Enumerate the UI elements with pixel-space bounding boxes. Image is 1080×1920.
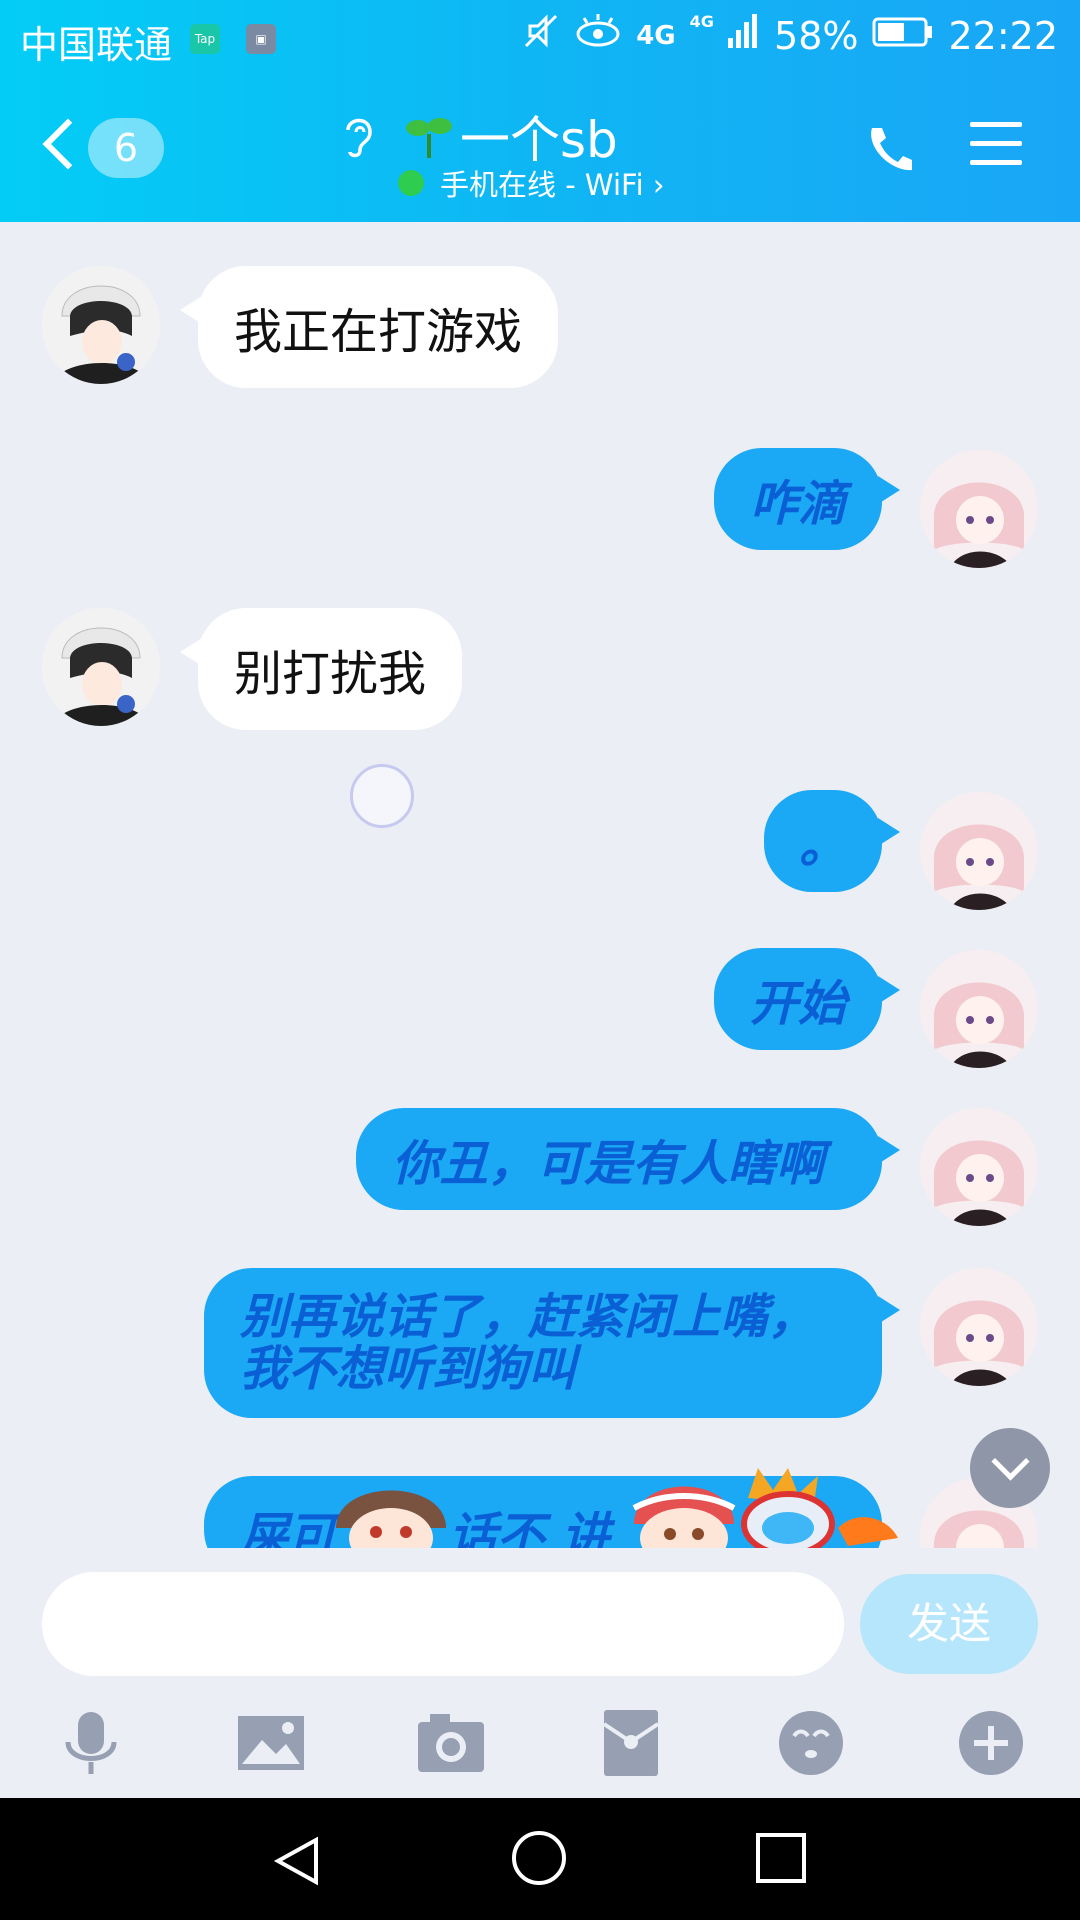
- menu-icon[interactable]: [970, 122, 1022, 168]
- unread-count-badge: 6: [88, 118, 164, 178]
- contact-avatar[interactable]: [42, 266, 160, 384]
- message-text: 别再说话了，赶紧闭上嘴，我不想听到狗叫: [240, 1289, 817, 1397]
- message-bubble-outgoing[interactable]: 你丑，可是有人瞎啊: [356, 1108, 882, 1210]
- sprout-icon: [406, 118, 452, 158]
- gallery-notification-icon: ▣: [246, 24, 276, 54]
- mute-icon: [522, 12, 560, 59]
- bubble-tail: [878, 818, 900, 846]
- red-envelope-icon[interactable]: [596, 1708, 666, 1778]
- phone-icon[interactable]: [862, 122, 914, 174]
- network-label: 4G: [636, 20, 676, 51]
- top-bar: 中国联通 Tap ▣ 4G 4G 58% 22:22 6 一个sb 手机在线 -…: [0, 0, 1080, 222]
- signal-icon: 4G: [690, 12, 760, 59]
- battery-icon: [872, 14, 934, 58]
- my-avatar[interactable]: [920, 950, 1038, 1068]
- clipped-message-row: 屎可 吃，话不 讲: [0, 1468, 1080, 1548]
- tap-app-icon: Tap: [190, 24, 220, 54]
- message-text: 我正在打游戏: [234, 304, 523, 360]
- message-bubble-outgoing[interactable]: 咋滴: [714, 448, 882, 550]
- contact-avatar[interactable]: [42, 608, 160, 726]
- my-avatar[interactable]: [920, 1108, 1038, 1226]
- eye-comfort-icon: [574, 12, 622, 59]
- send-button[interactable]: 发送: [860, 1574, 1038, 1674]
- clock: 22:22: [948, 13, 1058, 58]
- bubble-tail: [878, 1296, 900, 1324]
- message-text: 别打扰我: [234, 646, 427, 702]
- ear-icon[interactable]: [340, 112, 376, 160]
- nav-home-icon[interactable]: [512, 1831, 566, 1885]
- bubble-tail: [878, 476, 900, 504]
- status-icons: 4G 4G 58% 22:22: [522, 12, 1058, 59]
- robot-sticker: [741, 1468, 898, 1548]
- message-bubble-outgoing[interactable]: 别再说话了，赶紧闭上嘴，我不想听到狗叫: [204, 1268, 882, 1418]
- image-icon[interactable]: [236, 1708, 306, 1778]
- bubble-tail: [878, 976, 900, 1004]
- online-status-dot: [398, 170, 424, 196]
- online-status-text[interactable]: 手机在线 - WiFi ›: [440, 162, 664, 204]
- bubble-tail: [878, 1136, 900, 1164]
- my-avatar[interactable]: [920, 450, 1038, 568]
- message-text: 。: [799, 818, 848, 874]
- input-area: 发送: [0, 1548, 1080, 1798]
- message-bubble-outgoing[interactable]: 。: [764, 790, 882, 892]
- nav-recents-icon[interactable]: [756, 1833, 806, 1883]
- camera-icon[interactable]: [416, 1708, 486, 1778]
- boy-sticker: [336, 1490, 446, 1548]
- network-label-2: 4G: [689, 12, 714, 31]
- message-bubble-incoming[interactable]: 我正在打游戏: [198, 266, 559, 388]
- my-avatar[interactable]: [920, 1268, 1038, 1386]
- scroll-to-bottom-button[interactable]: [970, 1428, 1050, 1508]
- my-avatar[interactable]: [920, 792, 1038, 910]
- loading-indicator: [350, 764, 414, 828]
- message-text: 你丑，可是有人瞎啊: [392, 1136, 825, 1192]
- message-bubble-outgoing[interactable]: 开始: [714, 948, 882, 1050]
- chevron-down-icon: [991, 1442, 1030, 1481]
- message-input[interactable]: [42, 1572, 844, 1676]
- chevron-left-icon: [42, 118, 94, 170]
- emoji-icon[interactable]: [776, 1708, 846, 1778]
- nav-back-icon[interactable]: [272, 1836, 322, 1886]
- carrier-label: 中国联通: [20, 23, 173, 67]
- plus-icon[interactable]: [956, 1708, 1026, 1778]
- microphone-icon[interactable]: [56, 1708, 126, 1778]
- battery-percent: 58%: [774, 13, 859, 58]
- message-bubble-incoming[interactable]: 别打扰我: [198, 608, 463, 730]
- back-button[interactable]: 6: [40, 116, 190, 180]
- message-text: 咋滴: [750, 476, 847, 532]
- system-nav-bar: [0, 1798, 1080, 1920]
- message-text: 开始: [750, 976, 847, 1032]
